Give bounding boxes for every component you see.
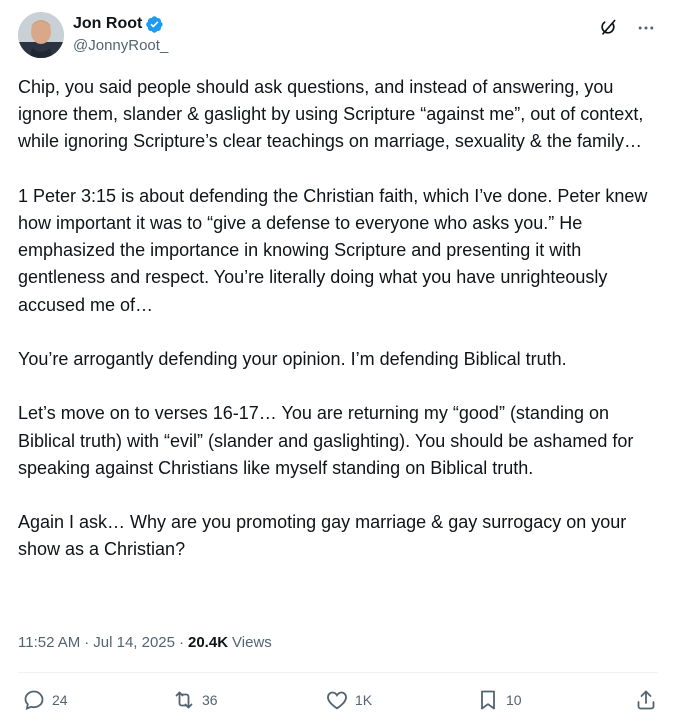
more-icon[interactable] bbox=[634, 16, 658, 40]
post-meta: 11:52 AM · Jul 14, 2025 · 20.4K Views bbox=[18, 634, 272, 651]
avatar[interactable] bbox=[18, 12, 64, 58]
author-block: Jon Root @JonnyRoot_ bbox=[73, 13, 168, 54]
views-count[interactable]: 20.4K bbox=[188, 634, 228, 651]
top-actions bbox=[596, 16, 658, 40]
repost-icon bbox=[175, 691, 193, 709]
post-paragraph: Again I ask… Why are you promoting gay m… bbox=[18, 512, 627, 560]
tweet-header: Jon Root @JonnyRoot_ bbox=[18, 12, 658, 60]
views-label: Views bbox=[232, 634, 272, 651]
post-paragraph: Let’s move on to verses 16-17… You are r… bbox=[18, 403, 634, 478]
display-name[interactable]: Jon Root bbox=[73, 15, 142, 33]
bookmark-icon bbox=[481, 690, 495, 710]
reply-count: 24 bbox=[52, 692, 68, 708]
grok-icon[interactable] bbox=[596, 16, 620, 40]
reply-icon bbox=[24, 690, 44, 710]
meta-separator: · bbox=[179, 634, 184, 651]
meta-separator: · bbox=[84, 634, 90, 651]
heart-icon bbox=[327, 691, 347, 710]
post-time[interactable]: 11:52 AM bbox=[18, 634, 80, 651]
divider bbox=[18, 672, 658, 673]
like-button[interactable]: 1K bbox=[325, 688, 372, 712]
reply-button[interactable]: 24 bbox=[22, 688, 68, 712]
tweet: Jon Root @JonnyRoot_ Chip, you said peop… bbox=[0, 0, 676, 723]
post-paragraph: 1 Peter 3:15 is about defending the Chri… bbox=[18, 185, 648, 315]
action-bar: 24 36 1K 10 bbox=[18, 688, 658, 718]
repost-button[interactable]: 36 bbox=[172, 688, 218, 712]
repost-count: 36 bbox=[202, 692, 218, 708]
share-button[interactable] bbox=[634, 688, 658, 712]
post-paragraph: Chip, you said people should ask questio… bbox=[18, 77, 644, 152]
bookmark-button[interactable]: 10 bbox=[476, 688, 522, 712]
bookmark-count: 10 bbox=[506, 692, 522, 708]
post-text: Chip, you said people should ask questio… bbox=[18, 74, 658, 564]
post-paragraph: You’re arrogantly defending your opinion… bbox=[18, 349, 567, 369]
post-date[interactable]: Jul 14, 2025 bbox=[93, 634, 175, 651]
handle[interactable]: @JonnyRoot_ bbox=[73, 37, 168, 54]
share-icon bbox=[637, 690, 655, 710]
verified-badge-icon bbox=[145, 15, 164, 34]
like-count: 1K bbox=[355, 692, 373, 708]
